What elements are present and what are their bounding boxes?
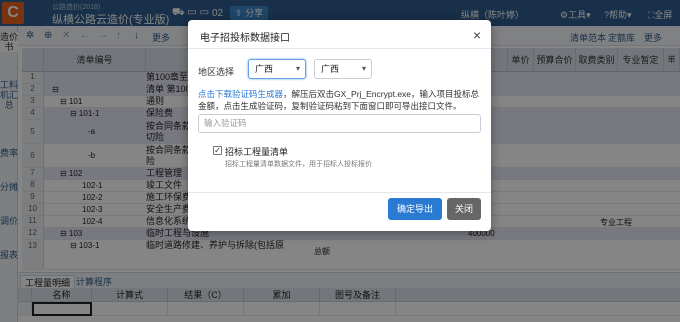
region-select-city[interactable]: 广西 ▾ — [314, 59, 372, 79]
chevron-down-icon: ▾ — [361, 64, 366, 73]
region-select-city-value: 广西 — [321, 64, 340, 74]
dialog-footer-divider — [188, 192, 491, 193]
dialog-title: 电子招投标数据接口 — [200, 33, 290, 44]
e-tender-export-dialog: 电子招投标数据接口 × 地区选择 广西 ▾ 广西 ▾ 点击下载验证码生成器，解压… — [188, 20, 491, 231]
confirm-export-button[interactable]: 确定导出 — [388, 198, 442, 220]
instructions-text: 点击下载验证码生成器，解压后双击GX_Prj_Encrypt.exe，输入项目投… — [198, 88, 483, 112]
close-button[interactable]: 关闭 — [447, 198, 481, 220]
region-label: 地区选择 — [198, 67, 235, 77]
close-icon[interactable]: × — [473, 27, 481, 43]
verification-code-input[interactable]: 输入验证码 — [198, 114, 481, 133]
bill-quantity-hint: 招标工程量清单数据文件，用于招标人投标报价 — [225, 161, 372, 168]
chevron-down-icon: ▾ — [295, 64, 300, 73]
download-generator-link[interactable]: 点击下载验证码生成器 — [198, 89, 283, 99]
dialog-divider — [188, 48, 491, 49]
region-select-province[interactable]: 广西 ▾ — [248, 59, 306, 79]
bill-quantity-checkbox[interactable]: ✓ — [213, 146, 222, 155]
region-select-province-value: 广西 — [255, 64, 274, 74]
bill-quantity-label[interactable]: 招标工程量清单 — [225, 145, 288, 158]
